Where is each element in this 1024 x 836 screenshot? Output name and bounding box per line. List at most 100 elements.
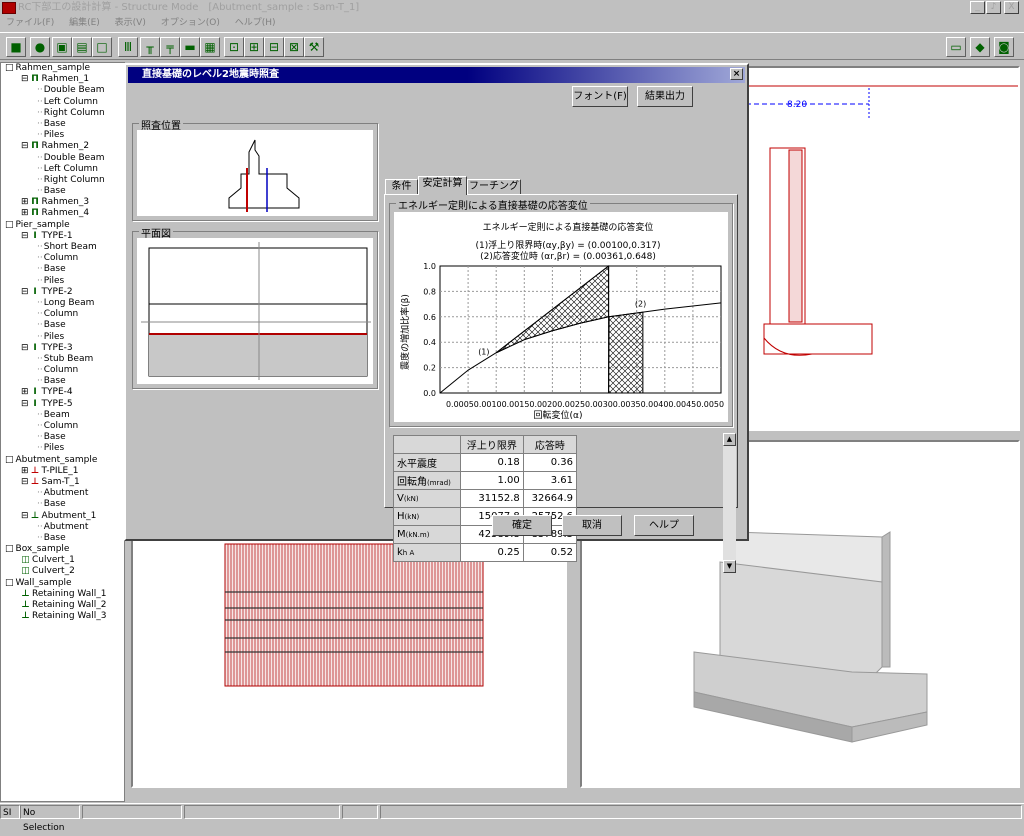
print-icon[interactable]: ▤ — [72, 37, 92, 57]
camera-icon[interactable]: ◙ — [994, 37, 1014, 57]
tree-item[interactable]: ⊥ Retaining Wall_1 — [1, 589, 124, 600]
menu-edit[interactable]: 編集(E) — [69, 18, 100, 28]
menu-options[interactable]: オプション(O) — [161, 18, 220, 28]
tree-item[interactable]: ··Base — [1, 533, 124, 544]
expand-toggle-icon[interactable]: ⊞ — [21, 208, 29, 218]
tree-item[interactable]: ⊞ Π Rahmen_3 — [1, 197, 124, 208]
tree-item[interactable]: ··Base — [1, 432, 124, 443]
export-button[interactable]: 結果出力 — [637, 86, 693, 107]
cancel-button[interactable]: 取消 — [562, 515, 622, 536]
expand-toggle-icon[interactable]: ⊞ — [21, 387, 29, 397]
tab-stability[interactable]: 安定計算 — [418, 176, 467, 195]
tree-item[interactable]: ··Base — [1, 320, 124, 331]
tree-item[interactable]: ··Base — [1, 264, 124, 275]
tree-item[interactable]: ··Abutment — [1, 488, 124, 499]
ok-button[interactable]: 確定 — [492, 515, 552, 536]
pier-icon[interactable]: ╥ — [140, 37, 160, 57]
tree-item[interactable]: □ Rahmen_sample — [1, 63, 124, 74]
minimize-button[interactable]: _ — [970, 1, 985, 14]
globe-icon[interactable]: ● — [30, 37, 50, 57]
expand-toggle-icon[interactable]: ⊞ — [21, 466, 29, 476]
scroll-down-button[interactable]: ▼ — [723, 560, 736, 573]
font-button[interactable]: フォント(F) — [572, 86, 628, 107]
tree-item[interactable]: ⊟ ⊥ Abutment_1 — [1, 511, 124, 522]
tree-item[interactable]: ··Piles — [1, 130, 124, 141]
tree-item[interactable]: ··Right Column — [1, 175, 124, 186]
tool-icon[interactable]: ⚒ — [304, 37, 324, 57]
tab-footing[interactable]: フーチング — [467, 179, 521, 195]
tree-item[interactable]: ··Double Beam — [1, 85, 124, 96]
expand-toggle-icon[interactable]: ⊟ — [21, 399, 29, 409]
tree-item[interactable]: ⊟ I TYPE-3 — [1, 343, 124, 354]
tree-item[interactable]: ··Column — [1, 365, 124, 376]
tree-item[interactable]: ··Short Beam — [1, 242, 124, 253]
tree-item[interactable]: ··Column — [1, 421, 124, 432]
box-icon[interactable]: ⊡ — [224, 37, 244, 57]
tree-item[interactable]: ··Base — [1, 186, 124, 197]
copy-icon[interactable]: ▣ — [52, 37, 72, 57]
tree-item[interactable]: ⊥ Retaining Wall_2 — [1, 600, 124, 611]
save-icon[interactable]: ■ — [6, 37, 26, 57]
culvert-icon[interactable]: ⊟ — [264, 37, 284, 57]
tree-item[interactable]: ⊞ Π Rahmen_4 — [1, 208, 124, 219]
abutment-icon[interactable]: ▬ — [180, 37, 200, 57]
frame-icon[interactable]: ⊠ — [284, 37, 304, 57]
tree-item[interactable]: ⊞ ⊥ T-PILE_1 — [1, 466, 124, 477]
dialog-close-button[interactable]: × — [730, 68, 743, 80]
expand-toggle-icon[interactable]: ⊟ — [21, 511, 29, 521]
tree-item[interactable]: ··Long Beam — [1, 298, 124, 309]
expand-toggle-icon[interactable]: □ — [5, 544, 14, 554]
menu-help[interactable]: ヘルプ(H) — [235, 18, 276, 28]
results-scrollbar[interactable]: ▲ ▼ — [723, 433, 736, 573]
tree-item[interactable]: ··Abutment — [1, 522, 124, 533]
tree-item[interactable]: ··Left Column — [1, 97, 124, 108]
scroll-up-button[interactable]: ▲ — [723, 433, 736, 446]
tree-item[interactable]: ··Base — [1, 119, 124, 130]
structure-tree[interactable]: □ Rahmen_sample ⊟ Π Rahmen_1 ··Double Beam ··L… — [0, 62, 125, 802]
tree-item[interactable]: ··Piles — [1, 332, 124, 343]
expand-toggle-icon[interactable]: □ — [5, 220, 14, 230]
expand-toggle-icon[interactable]: ⊟ — [21, 287, 29, 297]
tree-item[interactable]: ◫ Culvert_2 — [1, 566, 124, 577]
tree-item[interactable]: ··Piles — [1, 276, 124, 287]
expand-toggle-icon[interactable]: ⊟ — [21, 231, 29, 241]
expand-toggle-icon[interactable]: □ — [5, 578, 14, 588]
tree-item[interactable]: ··Left Column — [1, 164, 124, 175]
window-icon[interactable]: ▭ — [946, 37, 966, 57]
t-pier-icon[interactable]: ╤ — [160, 37, 180, 57]
tab-conditions[interactable]: 条件 — [385, 179, 418, 195]
tree-item[interactable]: □ Box_sample — [1, 544, 124, 555]
expand-toggle-icon[interactable]: □ — [5, 63, 14, 73]
tree-item[interactable]: ⊥ Retaining Wall_3 — [1, 611, 124, 622]
expand-toggle-icon[interactable]: ⊟ — [21, 74, 29, 84]
expand-toggle-icon[interactable]: ⊟ — [21, 477, 29, 487]
tree-item[interactable]: ··Base — [1, 499, 124, 510]
expand-toggle-icon[interactable]: ⊟ — [21, 343, 29, 353]
tree-item[interactable]: ⊟ Π Rahmen_1 — [1, 74, 124, 85]
menu-view[interactable]: 表示(V) — [115, 18, 146, 28]
tree-item[interactable]: ⊞ I TYPE-4 — [1, 387, 124, 398]
tree-item[interactable]: ··Double Beam — [1, 153, 124, 164]
tree-item[interactable]: ⊟ I TYPE-2 — [1, 287, 124, 298]
tree-item[interactable]: ⊟ I TYPE-5 — [1, 399, 124, 410]
tree-item[interactable]: □ Abutment_sample — [1, 455, 124, 466]
restore-button[interactable]: ♪ — [986, 1, 1001, 14]
menu-file[interactable]: ファイル(F) — [6, 18, 54, 28]
grid-icon[interactable]: ▦ — [200, 37, 220, 57]
expand-toggle-icon[interactable]: □ — [5, 455, 14, 465]
wall-icon[interactable]: ⊞ — [244, 37, 264, 57]
expand-toggle-icon[interactable]: ⊞ — [21, 197, 29, 207]
close-button[interactable]: X — [1004, 1, 1019, 14]
tree-item[interactable]: □ Wall_sample — [1, 578, 124, 589]
tree-item[interactable]: ··Base — [1, 376, 124, 387]
blank-icon[interactable]: □ — [92, 37, 112, 57]
tree-item[interactable]: ⊟ ⊥ Sam-T_1 — [1, 477, 124, 488]
help-button[interactable]: ヘルプ — [634, 515, 694, 536]
tree-item[interactable]: ··Piles — [1, 443, 124, 454]
tree-item[interactable]: ··Column — [1, 253, 124, 264]
tree-item[interactable]: ⊟ Π Rahmen_2 — [1, 141, 124, 152]
expand-toggle-icon[interactable]: ⊟ — [21, 141, 29, 151]
tree-item[interactable]: ⊟ I TYPE-1 — [1, 231, 124, 242]
tree-item[interactable]: ··Beam — [1, 410, 124, 421]
tree-item[interactable]: ◫ Culvert_1 — [1, 555, 124, 566]
